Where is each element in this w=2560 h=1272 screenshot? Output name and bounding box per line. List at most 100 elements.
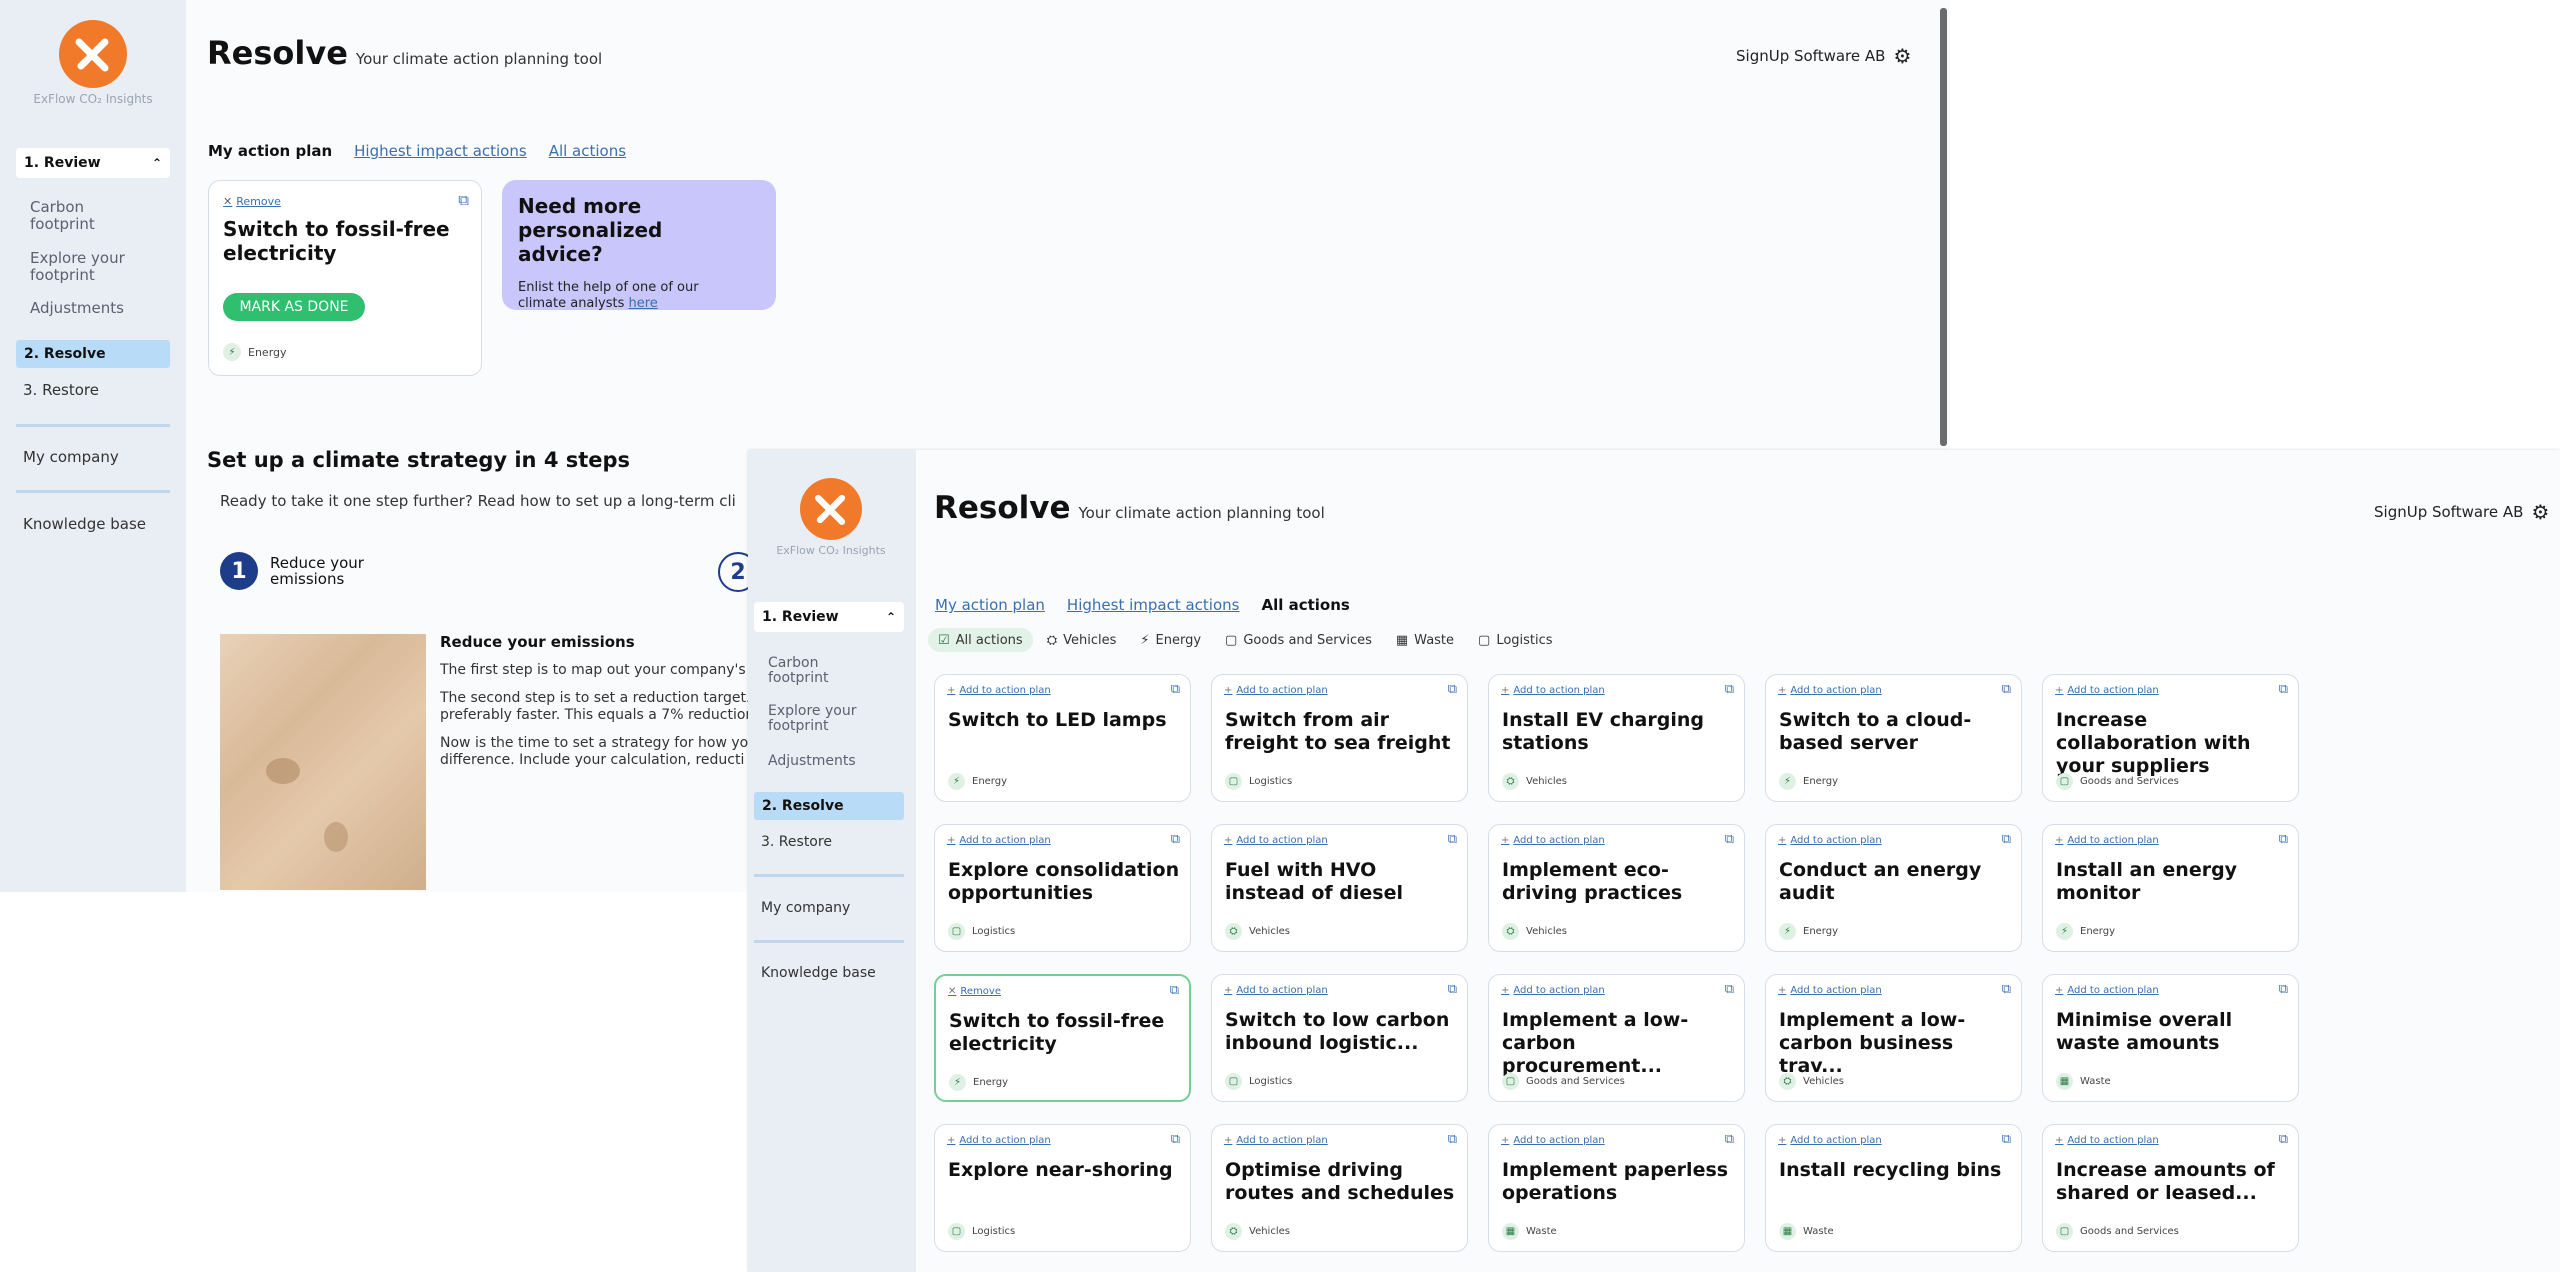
external-link-icon[interactable]: ⧉ (1171, 832, 1180, 847)
add-to-plan-link[interactable]: + Add to action plan (1224, 835, 1328, 846)
nav-carbon-footprint[interactable]: Carbon footprint (30, 199, 150, 232)
add-to-plan-link[interactable]: + Add to action plan (947, 685, 1051, 696)
nav-my-company[interactable]: My company (761, 900, 850, 916)
external-link-icon[interactable]: ⧉ (2002, 832, 2011, 847)
action-card[interactable]: + Add to action plan ⧉ Switch to LED lamps ⚡… (934, 674, 1191, 802)
action-card[interactable]: + Add to action plan ⧉ Explore consolidatio… (934, 824, 1191, 952)
filter-logistics[interactable]: ▢ Logistics (1468, 628, 1563, 652)
step-1[interactable]: 1 Reduce your emissions (220, 552, 380, 590)
add-to-plan-link[interactable]: + Add to action plan (2055, 1135, 2159, 1146)
external-link-icon[interactable]: ⧉ (458, 191, 469, 209)
add-to-plan-link[interactable]: + Add to action plan (1501, 685, 1605, 696)
external-link-icon[interactable]: ⧉ (1448, 1132, 1457, 1147)
action-card[interactable]: + Add to action plan ⧉ Increase collaborati… (2042, 674, 2299, 802)
external-link-icon[interactable]: ⧉ (2002, 1132, 2011, 1147)
gear-icon[interactable]: ⚙ (1893, 44, 1911, 68)
nav-restore[interactable]: 3. Restore (761, 834, 832, 850)
external-link-icon[interactable]: ⧉ (1448, 982, 1457, 997)
tab-all-actions[interactable]: All actions (549, 142, 626, 160)
nav-my-company[interactable]: My company (23, 448, 119, 466)
action-card[interactable]: + Add to action plan ⧉ Implement a low-carb… (1488, 974, 1745, 1102)
external-link-icon[interactable]: ⧉ (2279, 982, 2288, 997)
external-link-icon[interactable]: ⧉ (2279, 832, 2288, 847)
filter-all-actions[interactable]: ☑ All actions (928, 628, 1033, 652)
add-to-plan-link[interactable]: + Add to action plan (1501, 985, 1605, 996)
action-card[interactable]: + Add to action plan ⧉ Explore near-shoring… (934, 1124, 1191, 1252)
external-link-icon[interactable]: ⧉ (2279, 1132, 2288, 1147)
action-card[interactable]: + Add to action plan ⧉ Fuel with HVO instea… (1211, 824, 1468, 952)
external-link-icon[interactable]: ⧉ (1725, 832, 1734, 847)
nav-review[interactable]: 1. Review ⌃ (754, 602, 904, 632)
add-to-plan-link[interactable]: + Add to action plan (1224, 685, 1328, 696)
add-to-plan-link[interactable]: + Add to action plan (947, 1135, 1051, 1146)
nav-knowledge-base[interactable]: Knowledge base (23, 515, 146, 533)
external-link-icon[interactable]: ⧉ (1725, 682, 1734, 697)
divider (16, 424, 170, 427)
action-card[interactable]: ✕ Remove ⧉ Switch to fossil-free electricit… (934, 974, 1191, 1102)
tab-highest-impact[interactable]: Highest impact actions (354, 142, 527, 160)
action-card[interactable]: + Add to action plan ⧉ Implement eco-drivin… (1488, 824, 1745, 952)
action-card[interactable]: + Add to action plan ⧉ Switch from air frei… (1211, 674, 1468, 802)
action-card[interactable]: + Add to action plan ⧉ Increase amounts of … (2042, 1124, 2299, 1252)
nav-adjustments[interactable]: Adjustments (768, 753, 878, 769)
tab-highest-impact[interactable]: Highest impact actions (1067, 596, 1240, 614)
action-card[interactable]: + Add to action plan ⧉ Install EV charging … (1488, 674, 1745, 802)
action-card[interactable]: + Add to action plan ⧉ Implement a low-carb… (1765, 974, 2022, 1102)
action-card[interactable]: + Add to action plan ⧉ Install an energy mo… (2042, 824, 2299, 952)
action-card[interactable]: ✕ Remove ⧉ Switch to fossil-free electri… (208, 180, 482, 376)
external-link-icon[interactable]: ⧉ (1171, 1132, 1180, 1147)
action-card[interactable]: + Add to action plan ⧉ Switch to a cloud-ba… (1765, 674, 2022, 802)
action-card[interactable]: + Add to action plan ⧉ Optimise driving rou… (1211, 1124, 1468, 1252)
nav-resolve[interactable]: 2. Resolve (16, 340, 170, 368)
add-to-plan-link[interactable]: + Add to action plan (1501, 1135, 1605, 1146)
nav-restore[interactable]: 3. Restore (23, 381, 99, 399)
add-to-plan-link[interactable]: + Add to action plan (1778, 835, 1882, 846)
remove-link[interactable]: ✕ Remove (948, 986, 1001, 997)
external-link-icon[interactable]: ⧉ (1725, 1132, 1734, 1147)
company-menu[interactable]: SignUp Software AB ⚙ (2374, 500, 2549, 524)
remove-link[interactable]: ✕ Remove (223, 195, 281, 208)
add-to-plan-link[interactable]: + Add to action plan (2055, 985, 2159, 996)
external-link-icon[interactable]: ⧉ (2002, 982, 2011, 997)
action-card[interactable]: + Add to action plan ⧉ Implement paperless … (1488, 1124, 1745, 1252)
filter-waste[interactable]: ▦ Waste (1386, 628, 1464, 652)
nav-adjustments[interactable]: Adjustments (30, 300, 150, 317)
add-to-plan-link[interactable]: + Add to action plan (1501, 835, 1605, 846)
filter-goods-and-services[interactable]: ▢ Goods and Services (1215, 628, 1382, 652)
nav-knowledge-base[interactable]: Knowledge base (761, 965, 876, 981)
filter-vehicles[interactable]: ⛭ Vehicles (1037, 628, 1127, 652)
external-link-icon[interactable]: ⧉ (1448, 832, 1457, 847)
add-to-plan-link[interactable]: + Add to action plan (947, 835, 1051, 846)
external-link-icon[interactable]: ⧉ (2002, 682, 2011, 697)
scrollbar[interactable] (1940, 8, 1947, 446)
nav-resolve[interactable]: 2. Resolve (754, 792, 904, 820)
filter-energy[interactable]: ⚡ Energy (1130, 628, 1211, 652)
add-to-plan-link[interactable]: + Add to action plan (1778, 685, 1882, 696)
tab-all-actions[interactable]: All actions (1261, 596, 1349, 614)
add-to-plan-link[interactable]: + Add to action plan (1778, 985, 1882, 996)
nav-review[interactable]: 1. Review ⌃ (16, 148, 170, 178)
mark-as-done-button[interactable]: MARK AS DONE (223, 293, 365, 321)
add-to-plan-link[interactable]: + Add to action plan (1778, 1135, 1882, 1146)
external-link-icon[interactable]: ⧉ (1725, 982, 1734, 997)
gear-icon[interactable]: ⚙ (2531, 500, 2549, 524)
add-to-plan-link[interactable]: + Add to action plan (1224, 1135, 1328, 1146)
external-link-icon[interactable]: ⧉ (1170, 983, 1179, 998)
nav-explore-footprint[interactable]: Explore your footprint (30, 250, 150, 283)
external-link-icon[interactable]: ⧉ (1448, 682, 1457, 697)
action-card[interactable]: + Add to action plan ⧉ Install recycling bi… (1765, 1124, 2022, 1252)
tab-my-action-plan[interactable]: My action plan (208, 142, 332, 160)
action-card[interactable]: + Add to action plan ⧉ Conduct an energy au… (1765, 824, 2022, 952)
add-to-plan-link[interactable]: + Add to action plan (1224, 985, 1328, 996)
action-card[interactable]: + Add to action plan ⧉ Switch to low carbon… (1211, 974, 1468, 1102)
action-card[interactable]: + Add to action plan ⧉ Minimise overall was… (2042, 974, 2299, 1102)
tab-my-action-plan[interactable]: My action plan (935, 596, 1045, 614)
nav-explore-footprint[interactable]: Explore your footprint (768, 703, 878, 735)
external-link-icon[interactable]: ⧉ (2279, 682, 2288, 697)
advice-link[interactable]: here (629, 296, 658, 311)
add-to-plan-link[interactable]: + Add to action plan (2055, 835, 2159, 846)
nav-carbon-footprint[interactable]: Carbon footprint (768, 655, 878, 687)
external-link-icon[interactable]: ⧉ (1171, 682, 1180, 697)
company-menu[interactable]: SignUp Software AB ⚙ (1736, 44, 1911, 68)
add-to-plan-link[interactable]: + Add to action plan (2055, 685, 2159, 696)
